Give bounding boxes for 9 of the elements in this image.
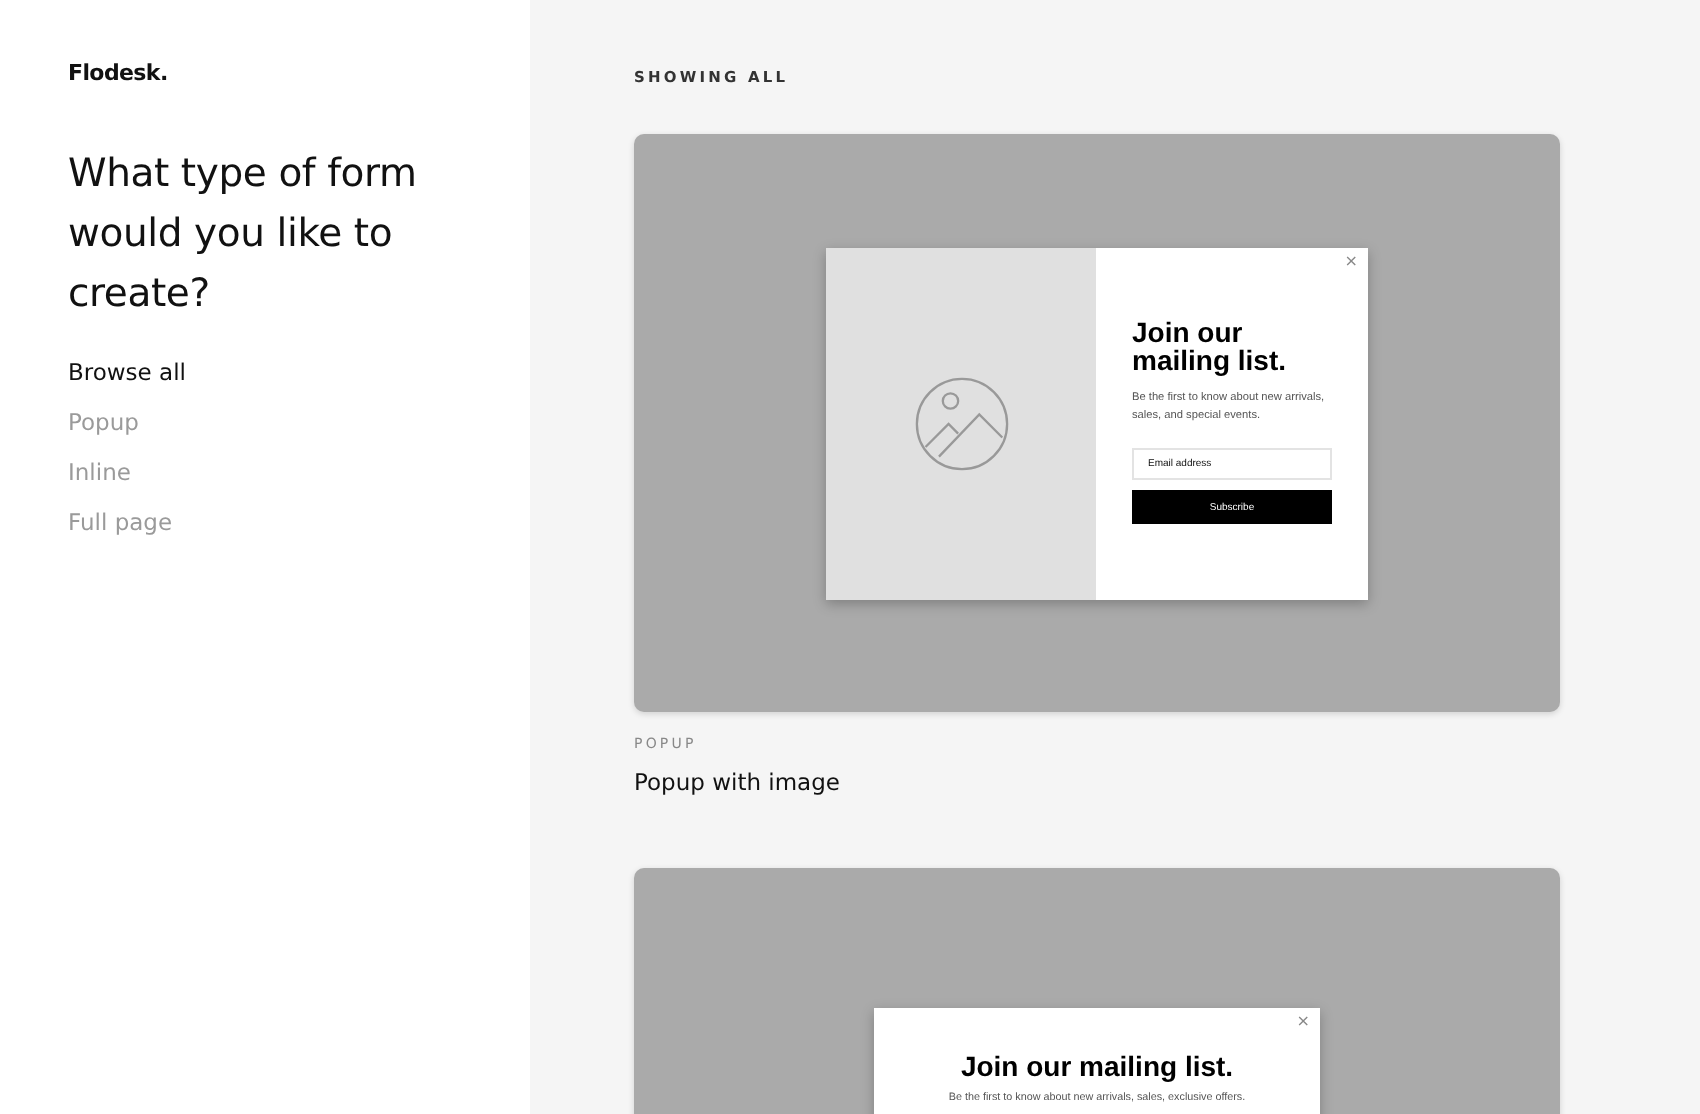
popup-title: Join our mailing list. (1132, 318, 1289, 374)
popup-title: Join our mailing list. (958, 1052, 1236, 1080)
page-heading: What type of form would you like to create? (68, 148, 419, 320)
close-icon[interactable]: × (1344, 252, 1358, 270)
close-icon[interactable]: × (1296, 1012, 1310, 1030)
template-name[interactable]: Popup with image (634, 768, 840, 796)
filter-link[interactable]: Browse all (68, 356, 186, 388)
image-icon (913, 376, 1009, 472)
logo[interactable]: Flodesk. (68, 60, 168, 86)
